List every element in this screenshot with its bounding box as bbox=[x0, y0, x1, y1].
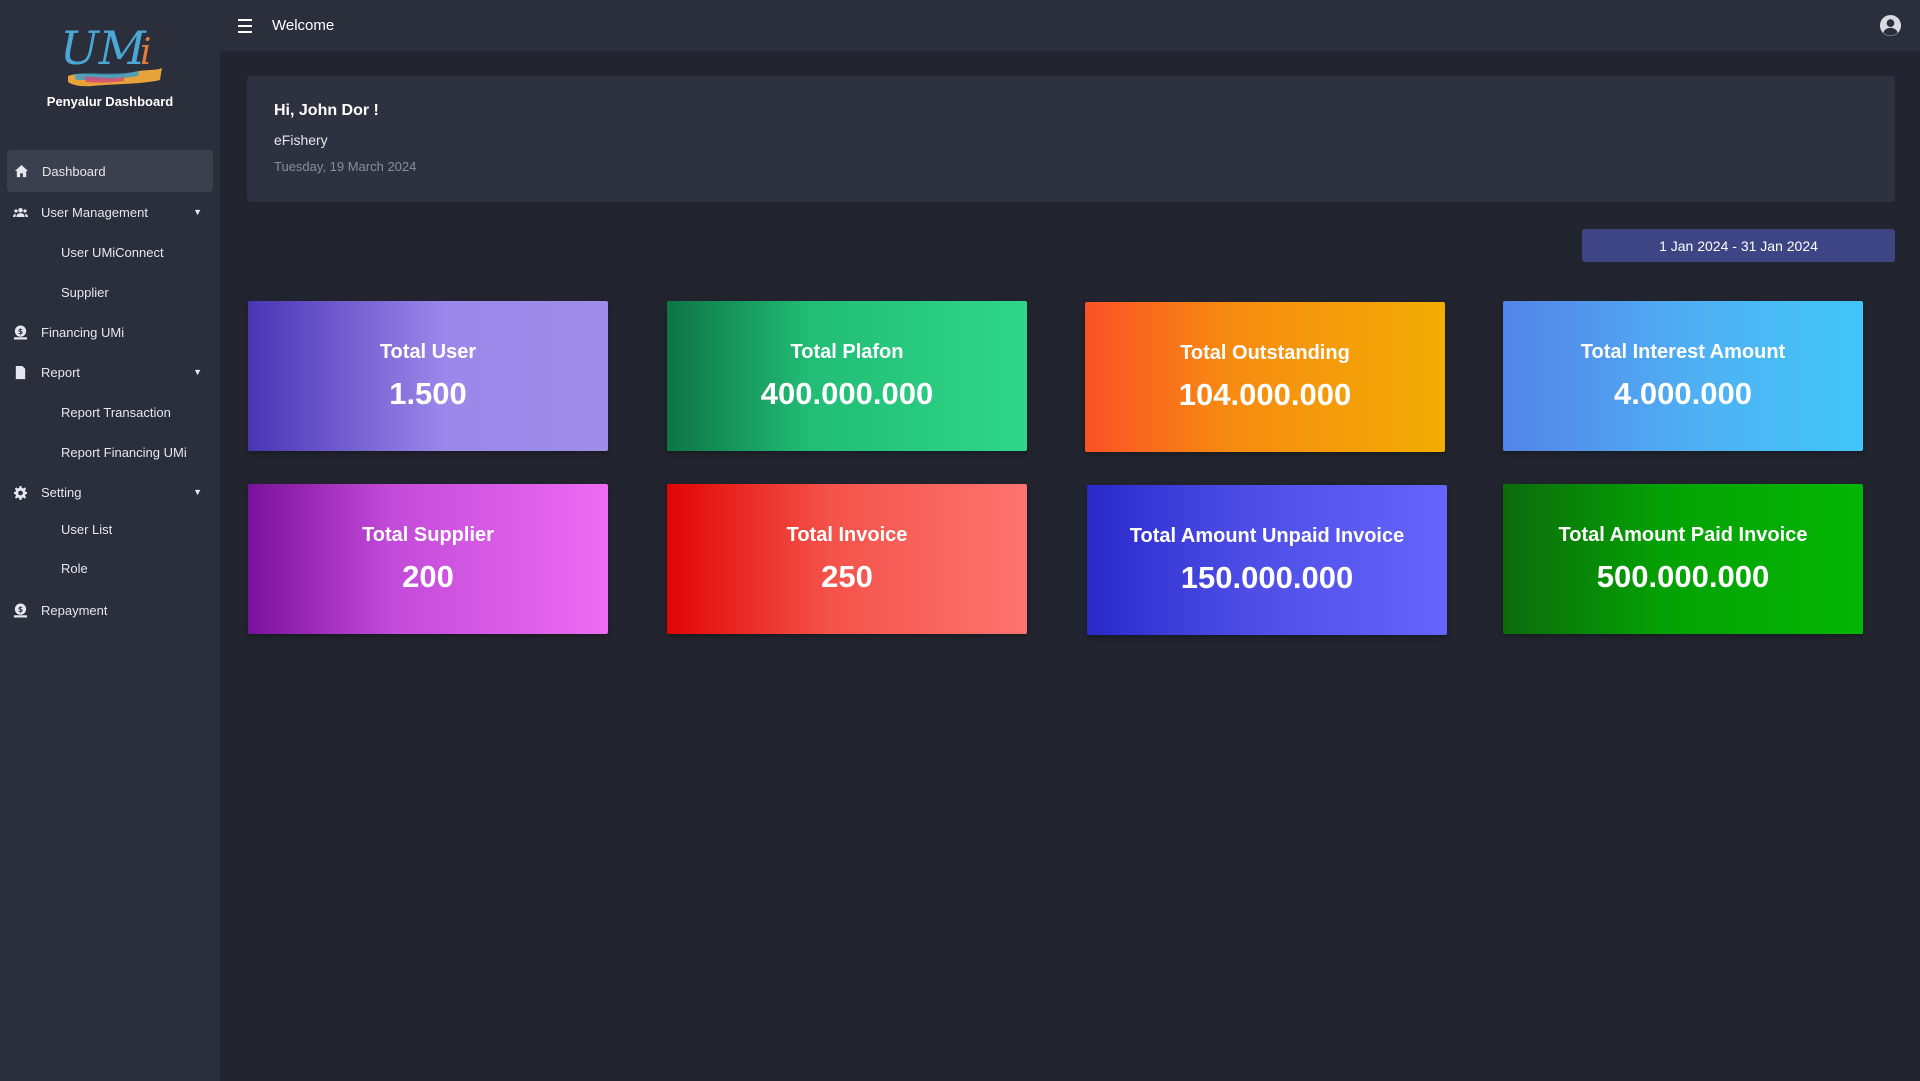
gear-icon bbox=[12, 484, 29, 501]
stat-value: 104.000.000 bbox=[1178, 376, 1352, 412]
sidebar-subitem-user-list[interactable]: User List bbox=[0, 512, 220, 546]
stat-value: 4.000.000 bbox=[1614, 375, 1752, 411]
home-icon bbox=[13, 163, 30, 180]
money-icon: $ bbox=[12, 324, 29, 341]
sidebar-item-label: Report bbox=[41, 364, 81, 380]
sidebar-item-report[interactable]: Report ▼ bbox=[0, 352, 220, 392]
sidebar-nav: Dashboard User Management ▼ User UMiConn… bbox=[0, 150, 220, 630]
stat-card-total-amount-paid-invoice: Total Amount Paid Invoice 500.000.000 bbox=[1503, 484, 1863, 634]
stat-card-total-supplier: Total Supplier 200 bbox=[248, 484, 608, 634]
stat-card-total-amount-unpaid-invoice: Total Amount Unpaid Invoice 150.000.000 bbox=[1087, 485, 1447, 635]
umi-logo: UM i bbox=[60, 21, 162, 87]
sidebar-item-dashboard[interactable]: Dashboard bbox=[7, 150, 213, 192]
sidebar-subitem-user-umiconnect[interactable]: User UMiConnect bbox=[0, 232, 220, 272]
sidebar-item-label: Financing UMi bbox=[41, 324, 125, 340]
sidebar-subitem-report-financing-umi[interactable]: Report Financing UMi bbox=[0, 432, 220, 472]
stat-card-total-invoice: Total Invoice 250 bbox=[667, 484, 1027, 634]
hamburger-icon[interactable] bbox=[238, 15, 260, 37]
welcome-card: Hi, John Dor ! eFishery Tuesday, 19 Marc… bbox=[247, 76, 1895, 202]
company-name: eFishery bbox=[274, 132, 328, 148]
sidebar-item-label: User Management bbox=[41, 204, 148, 220]
svg-text:$: $ bbox=[18, 604, 23, 613]
stat-label: Total Plafon bbox=[790, 340, 904, 363]
sidebar-item-label: Dashboard bbox=[42, 163, 106, 179]
sidebar-subitem-supplier[interactable]: Supplier bbox=[0, 272, 220, 312]
sidebar: UM i Penyalur Dashboard Dashboard User M… bbox=[0, 0, 220, 1081]
sidebar-subitem-role[interactable]: Role bbox=[0, 546, 220, 590]
stat-label: Total Amount Paid Invoice bbox=[1558, 523, 1808, 546]
file-icon bbox=[12, 364, 29, 381]
stat-value: 1.500 bbox=[389, 375, 467, 411]
chevron-down-icon: ▼ bbox=[193, 207, 202, 217]
stat-card-total-outstanding: Total Outstanding 104.000.000 bbox=[1085, 302, 1445, 452]
stat-label: Total Outstanding bbox=[1180, 341, 1350, 364]
stat-label: Total Amount Unpaid Invoice bbox=[1129, 524, 1405, 547]
top-bar: Welcome bbox=[220, 0, 1920, 51]
stat-value: 400.000.000 bbox=[760, 375, 934, 411]
current-date: Tuesday, 19 March 2024 bbox=[274, 159, 417, 174]
svg-text:$: $ bbox=[18, 326, 23, 335]
chevron-down-icon: ▼ bbox=[193, 487, 202, 497]
money-icon: $ bbox=[12, 602, 29, 619]
stat-label: Total Supplier bbox=[362, 523, 494, 546]
brand: UM i Penyalur Dashboard bbox=[0, 0, 220, 145]
svg-text:UM: UM bbox=[60, 21, 148, 75]
date-range-button[interactable]: 1 Jan 2024 - 31 Jan 2024 bbox=[1582, 229, 1895, 262]
brand-title: Penyalur Dashboard bbox=[46, 94, 174, 109]
stat-label: Total Interest Amount bbox=[1580, 340, 1786, 363]
sidebar-item-setting[interactable]: Setting ▼ bbox=[0, 472, 220, 512]
stat-card-total-user: Total User 1.500 bbox=[248, 301, 608, 451]
greeting: Hi, John Dor ! bbox=[274, 102, 379, 119]
stat-value: 200 bbox=[402, 558, 454, 594]
chevron-down-icon: ▼ bbox=[193, 367, 202, 377]
sidebar-item-repayment[interactable]: $ Repayment bbox=[0, 590, 220, 630]
stat-value: 150.000.000 bbox=[1180, 559, 1354, 595]
stat-value: 500.000.000 bbox=[1596, 558, 1770, 594]
stat-label: Total User bbox=[379, 340, 477, 363]
sidebar-item-label: Setting bbox=[41, 484, 82, 500]
users-icon bbox=[12, 204, 29, 221]
stat-label: Total Invoice bbox=[786, 523, 908, 546]
stat-card-total-plafon: Total Plafon 400.000.000 bbox=[667, 301, 1027, 451]
stat-card-total-interest-amount: Total Interest Amount 4.000.000 bbox=[1503, 301, 1863, 451]
stat-value: 250 bbox=[821, 558, 873, 594]
user-circle-icon[interactable] bbox=[1879, 14, 1902, 37]
sidebar-item-user-management[interactable]: User Management ▼ bbox=[0, 192, 220, 232]
sidebar-item-label: Repayment bbox=[41, 602, 108, 618]
page-title: Welcome bbox=[272, 17, 335, 34]
sidebar-item-financing-umi[interactable]: $ Financing UMi bbox=[0, 312, 220, 352]
svg-text:i: i bbox=[140, 32, 152, 73]
sidebar-subitem-report-transaction[interactable]: Report Transaction bbox=[0, 392, 220, 432]
